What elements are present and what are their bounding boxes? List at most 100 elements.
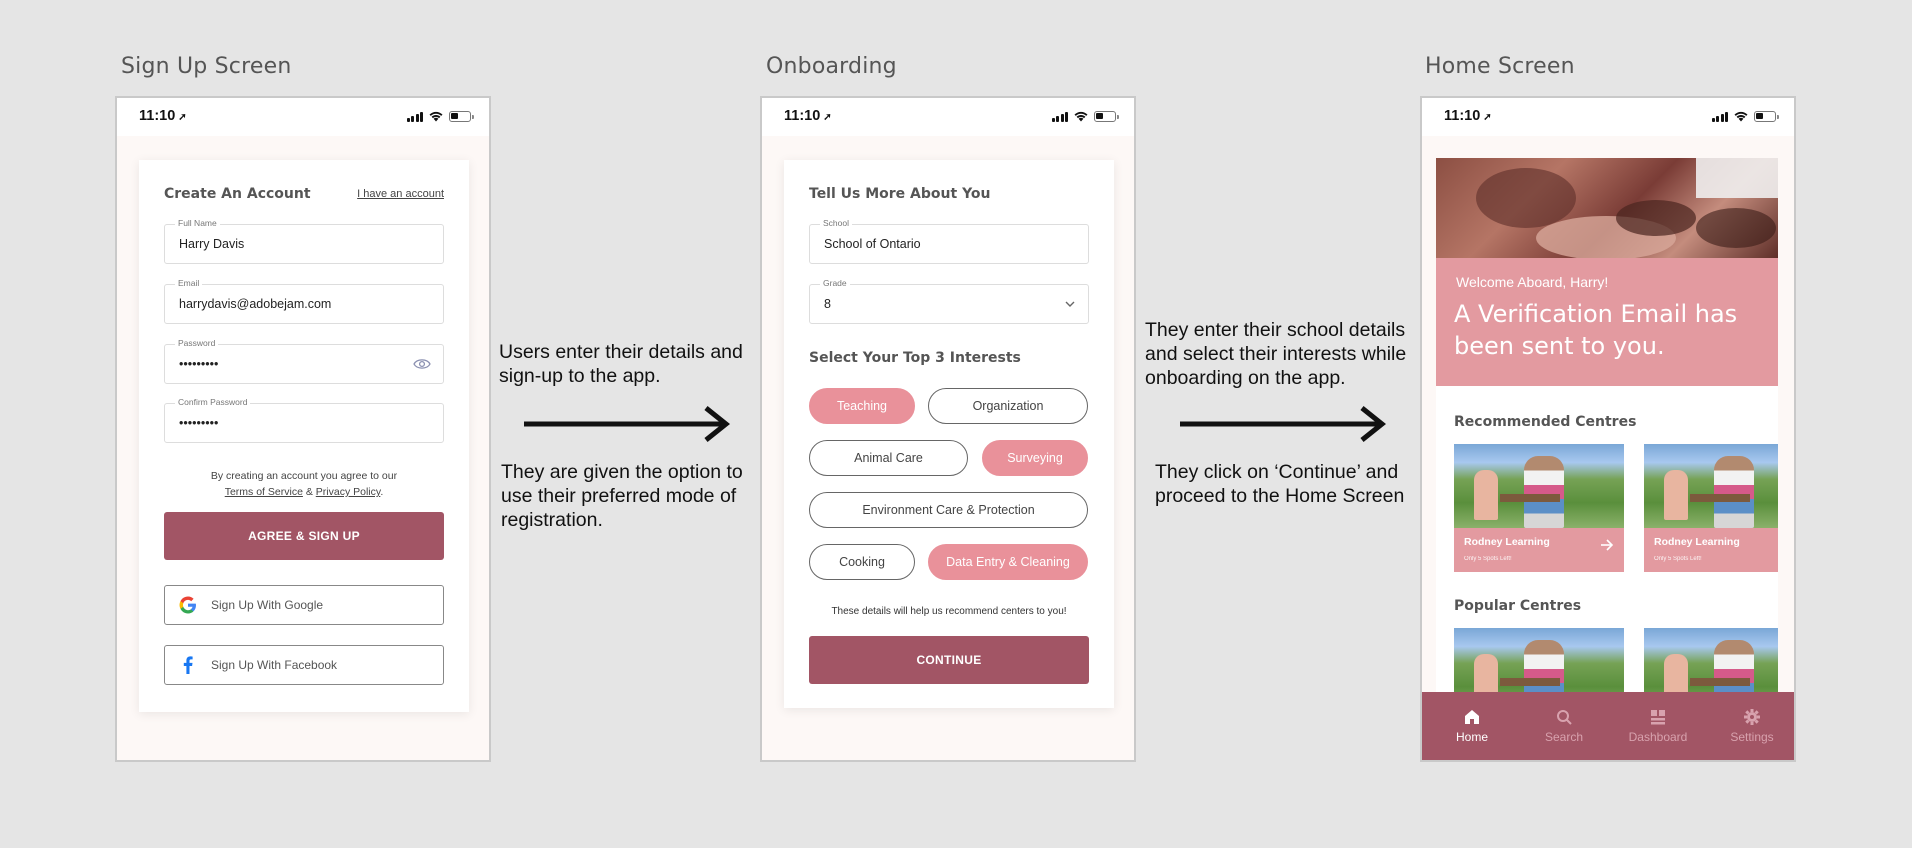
onboarding-card: Tell Us More About You School School of … <box>784 160 1114 708</box>
continue-button[interactable]: CONTINUE <box>809 636 1089 684</box>
recommend-hint: These details will help us recommend cen… <box>831 606 1067 617</box>
onboarding-screen-title: Onboarding <box>766 54 897 79</box>
status-bar: 11:10 ➚ <box>762 98 1134 136</box>
interest-chip-teaching[interactable]: Teaching <box>809 388 915 424</box>
arrow-right-icon <box>524 406 731 442</box>
welcome-hero: Welcome Aboard, Harry! A Verification Em… <box>1436 158 1778 386</box>
popular-centres-heading: Popular Centres <box>1454 598 1582 614</box>
popular-centre-card[interactable] <box>1644 628 1778 696</box>
google-signup-button[interactable]: Sign Up With Google <box>164 585 444 625</box>
centre-name: Rodney Learning <box>1654 536 1740 548</box>
terms-of-service-link[interactable]: Terms of Service <box>225 486 303 498</box>
tab-label: Home <box>1455 730 1488 744</box>
annotation-onboarding-top: They enter their school details and sele… <box>1145 319 1407 389</box>
centre-photo <box>1454 628 1624 696</box>
field-label: Password <box>175 338 219 348</box>
field-label: Grade <box>820 278 850 288</box>
terms-and: & <box>305 486 313 498</box>
confirm-password-field[interactable]: Confirm Password ••••••••• <box>164 397 444 443</box>
interest-chip-organization[interactable]: Organization <box>928 388 1088 424</box>
tab-label: Search <box>1544 730 1584 744</box>
welcome-text: Welcome Aboard, Harry! <box>1456 274 1609 290</box>
chevron-down-icon <box>1064 297 1076 315</box>
field-label: Full Name <box>175 218 220 228</box>
have-account-link[interactable]: I have an account <box>357 188 444 200</box>
field-value: School of Ontario <box>824 237 921 251</box>
field-label: School <box>820 218 852 228</box>
verification-headline: A Verification Email has been sent to yo… <box>1454 300 1738 360</box>
tab-label: Dashboard <box>1628 730 1688 744</box>
facebook-signup-button[interactable]: Sign Up With Facebook <box>164 645 444 685</box>
onboarding-phone: 11:10 ➚ Tell Us More About You School Sch… <box>760 96 1136 762</box>
home-screen-title: Home Screen <box>1425 54 1575 79</box>
centre-card[interactable]: Rodney Learning Only 5 Spots Left! <box>1454 444 1624 572</box>
bottom-tab-bar: Home Search Dashboard Settings <box>1422 692 1794 760</box>
tab-search[interactable]: Search <box>1524 708 1604 744</box>
centre-photo <box>1644 628 1778 696</box>
signup-heading: Create An Account <box>164 186 311 202</box>
interest-chip-data-entry[interactable]: Data Entry & Cleaning <box>928 544 1088 580</box>
signup-screen-title: Sign Up Screen <box>121 54 292 79</box>
battery-icon <box>449 111 474 122</box>
centre-card[interactable]: Rodney Learning Only 5 Spots Left! <box>1644 444 1778 572</box>
location-icon: ➚ <box>823 112 832 123</box>
annotation-signup-top: Users enter their details and sign-up to… <box>499 341 743 387</box>
facebook-button-label: Sign Up With Facebook <box>211 658 338 672</box>
arrow-right-icon <box>1180 406 1387 442</box>
field-label: Confirm Password <box>175 397 251 407</box>
field-value: ••••••••• <box>179 357 219 371</box>
eye-icon[interactable] <box>413 357 431 376</box>
field-value: 8 <box>824 297 831 311</box>
tab-home[interactable]: Home <box>1432 708 1512 744</box>
interest-chip-environment[interactable]: Environment Care & Protection <box>809 492 1088 528</box>
interests-heading: Select Your Top 3 Interests <box>809 350 1021 366</box>
gear-icon <box>1744 709 1760 725</box>
email-field[interactable]: Email harrydavis@adobejam.com <box>164 278 444 324</box>
interest-chip-cooking[interactable]: Cooking <box>809 544 915 580</box>
agree-signup-button[interactable]: AGREE & SIGN UP <box>164 512 444 560</box>
centre-photo <box>1454 444 1624 528</box>
interest-chip-animal-care[interactable]: Animal Care <box>809 440 968 476</box>
status-bar: 11:10 ➚ <box>1422 98 1794 136</box>
field-value: harrydavis@adobejam.com <box>179 297 332 311</box>
home-phone: 11:10 ➚ Welcome Aboard, Harry! A Verifica… <box>1420 96 1796 762</box>
google-icon <box>179 596 197 614</box>
password-field[interactable]: Password ••••••••• <box>164 338 444 384</box>
centre-photo <box>1644 444 1778 528</box>
grade-select[interactable]: Grade 8 <box>809 278 1089 324</box>
google-button-label: Sign Up With Google <box>211 598 324 612</box>
search-icon <box>1557 710 1572 725</box>
terms-text: By creating an account you agree to our … <box>164 468 444 500</box>
interest-chip-surveying[interactable]: Surveying <box>982 440 1088 476</box>
field-value: ••••••••• <box>179 416 219 430</box>
signal-icon <box>1051 112 1068 122</box>
tab-settings[interactable]: Settings <box>1712 708 1792 744</box>
facebook-icon <box>179 656 197 674</box>
terms-intro: By creating an account you agree to our <box>210 470 398 482</box>
wifi-icon <box>429 111 443 122</box>
annotation-signup-bottom: They are given the option to use their p… <box>501 461 743 531</box>
signal-icon <box>406 112 423 122</box>
signal-icon <box>1711 112 1728 122</box>
signup-card: Create An Account I have an account Full… <box>139 160 469 712</box>
terms-end: . <box>380 486 384 498</box>
location-icon: ➚ <box>178 112 187 123</box>
status-bar: 11:10 ➚ <box>117 98 489 136</box>
hands-photo <box>1436 158 1778 260</box>
status-time: 11:10 ➚ <box>1444 108 1492 124</box>
signup-phone: 11:10 ➚ Create An Account I have an accou… <box>115 96 491 762</box>
full-name-field[interactable]: Full Name Harry Davis <box>164 218 444 264</box>
popular-centre-card[interactable] <box>1454 628 1624 696</box>
recommended-centres-heading: Recommended Centres <box>1454 414 1637 430</box>
status-time: 11:10 ➚ <box>139 108 187 124</box>
school-field[interactable]: School School of Ontario <box>809 218 1089 264</box>
onboarding-heading: Tell Us More About You <box>809 186 991 202</box>
wifi-icon <box>1734 111 1748 122</box>
centre-spots: Only 5 Spots Left! <box>1654 556 1702 562</box>
centre-spots: Only 5 Spots Left! <box>1464 556 1512 562</box>
arrow-right-icon[interactable] <box>1600 538 1614 557</box>
tab-dashboard[interactable]: Dashboard <box>1618 708 1698 744</box>
location-icon: ➚ <box>1483 112 1492 123</box>
privacy-policy-link[interactable]: Privacy Policy <box>316 486 381 498</box>
centre-name: Rodney Learning <box>1464 536 1550 548</box>
